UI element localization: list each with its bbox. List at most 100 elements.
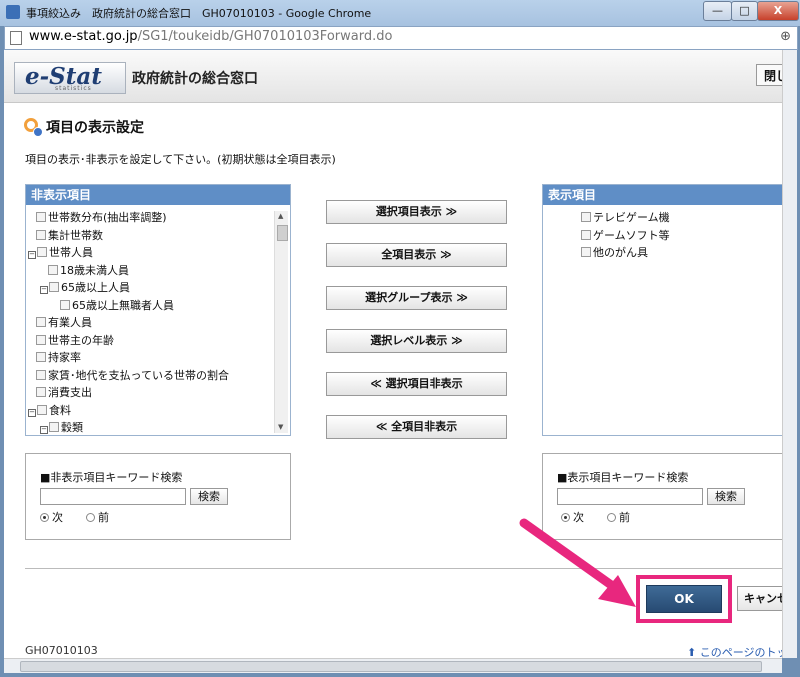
page-icon xyxy=(10,31,22,45)
checkbox-icon[interactable] xyxy=(60,299,70,310)
tree-item-label: 食料 xyxy=(49,403,71,417)
collapse-icon[interactable]: − xyxy=(28,408,36,417)
radio-icon[interactable] xyxy=(86,513,95,522)
shown-items-panel[interactable]: 表示項目 テレビゲーム機 ゲームソフト等 他のがん具 xyxy=(542,184,782,436)
ok-button[interactable]: OK xyxy=(646,585,722,613)
hide-selected-button[interactable]: ≪ 選択項目非表示 xyxy=(326,372,507,396)
window-close-button[interactable]: X xyxy=(757,1,799,21)
shown-search-input[interactable] xyxy=(557,488,703,505)
url-path: /SG1/toukeidb/GH07010103Forward.do xyxy=(137,29,393,44)
tree-item-label: 世帯数分布(抽出率調整) xyxy=(48,211,167,224)
show-all-button[interactable]: 全項目表示 ≫ xyxy=(326,243,507,267)
checkbox-icon[interactable] xyxy=(36,212,46,222)
scroll-thumb[interactable] xyxy=(277,225,288,241)
hidden-tree-item[interactable]: 有業人員 xyxy=(36,314,92,330)
site-title: 政府統計の総合窓口 xyxy=(132,71,258,87)
hidden-tree-item[interactable]: − 世帯人員 xyxy=(28,244,93,260)
radio-selected-icon[interactable] xyxy=(40,513,49,522)
page-close-button[interactable]: 閉じ xyxy=(756,64,782,86)
address-bar[interactable]: www.e-stat.go.jp/SG1/toukeidb/GH07010103… xyxy=(4,26,798,50)
checkbox-icon[interactable] xyxy=(49,422,59,432)
shown-search-title: ■表示項目キーワード検索 xyxy=(557,471,689,484)
section-title: 項目の表示設定 xyxy=(46,120,144,136)
tree-item-label: 穀類 xyxy=(61,421,83,434)
tree-item-label: 他のがん具 xyxy=(593,246,648,259)
page-horizontal-thumb[interactable] xyxy=(20,661,762,672)
checkbox-icon[interactable] xyxy=(36,369,46,380)
tree-item-label: 有業人員 xyxy=(48,316,92,329)
checkbox-icon[interactable] xyxy=(36,317,46,327)
hidden-tree-item[interactable]: − 65歳以上人員 xyxy=(40,279,130,295)
shown-tree-item[interactable]: テレビゲーム機 xyxy=(581,209,670,225)
checkbox-icon[interactable] xyxy=(48,264,58,275)
hidden-items-panel[interactable]: 非表示項目 世帯数分布(抽出率調整) 集計世帯数 − 世帯人員 18歳未満人員 − 65歳以… xyxy=(25,184,291,436)
radio-label: 前 xyxy=(98,511,109,524)
tree-item-label: 持家率 xyxy=(48,351,81,364)
tree-item-label: 家賃･地代を支払っている世帯の割合 xyxy=(48,368,229,382)
page-top-link[interactable]: ⬆ このページのトップ xyxy=(687,644,782,658)
tree-item-label: 65歳以上人員 xyxy=(61,281,130,294)
section-description: 項目の表示･非表示を設定して下さい。(初期状態は全項目表示) xyxy=(25,153,336,166)
hidden-tree-item[interactable]: 18歳未満人員 xyxy=(48,262,129,278)
show-group-button[interactable]: 選択グループ表示 ≫ xyxy=(326,286,507,310)
hidden-tree-item[interactable]: 集計世帯数 xyxy=(36,227,103,243)
checkbox-icon[interactable] xyxy=(581,212,591,222)
checkbox-icon[interactable] xyxy=(36,387,46,397)
checkbox-icon[interactable] xyxy=(37,247,47,257)
hidden-search-button[interactable]: 検索 xyxy=(190,488,228,505)
tree-item-label: ゲームソフト等 xyxy=(593,228,670,242)
hidden-tree-item[interactable]: 世帯主の年齢 xyxy=(36,332,114,348)
checkbox-icon[interactable] xyxy=(37,404,47,415)
hidden-tree-item[interactable]: 消費支出 xyxy=(36,384,92,400)
page-top-link-label: このページのトップ xyxy=(699,646,782,658)
scroll-up-icon[interactable]: ▲ xyxy=(278,212,283,220)
page-horizontal-scrollbar[interactable] xyxy=(4,658,782,673)
shown-search-button[interactable]: 検索 xyxy=(707,488,745,505)
checkbox-icon[interactable] xyxy=(36,334,46,345)
hidden-search-title: ■非表示項目キーワード検索 xyxy=(40,471,183,484)
hidden-tree-item[interactable]: 持家率 xyxy=(36,349,81,365)
checkbox-icon[interactable] xyxy=(581,247,591,257)
zoom-icon[interactable]: ⊕ xyxy=(780,29,791,44)
hidden-tree-item[interactable]: 65歳以上無職者人員 xyxy=(60,297,174,313)
shown-tree-item[interactable]: ゲームソフト等 xyxy=(581,227,670,243)
show-selected-button[interactable]: 選択項目表示 ≫ xyxy=(326,200,507,224)
window-titlebar: 事項絞込み 政府統計の総合窓口 GH07010103 - Google Chro… xyxy=(0,0,800,26)
window-title: 事項絞込み 政府統計の総合窓口 GH07010103 - Google Chro… xyxy=(26,7,372,20)
estat-logo: e-Stat statistics xyxy=(14,62,126,94)
collapse-icon[interactable]: − xyxy=(40,286,48,294)
cancel-button[interactable]: キャンセ xyxy=(737,586,782,611)
hidden-search-next-radio[interactable]: 次 xyxy=(40,509,63,525)
scroll-down-icon[interactable]: ▼ xyxy=(278,423,283,431)
hidden-tree-item[interactable]: 世帯数分布(抽出率調整) xyxy=(36,209,167,225)
checkbox-icon[interactable] xyxy=(49,282,59,292)
collapse-icon[interactable]: − xyxy=(28,251,36,259)
hidden-tree-item[interactable]: 家賃･地代を支払っている世帯の割合 xyxy=(36,367,229,383)
tree-item-label: テレビゲーム機 xyxy=(593,211,670,224)
hidden-search-input[interactable] xyxy=(40,488,186,505)
minimize-button[interactable]: — xyxy=(703,1,732,21)
site-header: e-Stat statistics 政府統計の総合窓口 閉じ xyxy=(4,50,782,103)
hidden-items-scrollbar[interactable]: ▲ ▼ xyxy=(274,211,288,433)
show-level-button[interactable]: 選択レベル表示 ≫ xyxy=(326,329,507,353)
checkbox-icon[interactable] xyxy=(581,229,591,240)
page-vertical-scrollbar[interactable] xyxy=(782,50,797,658)
url-text[interactable]: www.e-stat.go.jp/SG1/toukeidb/GH07010103… xyxy=(29,29,392,44)
logo-sub: statistics xyxy=(55,85,92,92)
collapse-icon[interactable]: − xyxy=(40,426,48,434)
tree-item-label: 65歳以上無職者人員 xyxy=(72,298,174,312)
shown-tree-item[interactable]: 他のがん具 xyxy=(581,244,648,260)
radio-label: 次 xyxy=(52,511,63,524)
hide-all-button[interactable]: ≪ 全項目非表示 xyxy=(326,415,507,439)
checkbox-icon[interactable] xyxy=(36,229,46,240)
maximize-button[interactable]: □ xyxy=(731,1,758,21)
hidden-tree-item[interactable]: − 穀類 xyxy=(40,419,83,435)
hidden-search-prev-radio[interactable]: 前 xyxy=(86,509,109,525)
tree-item-label: 18歳未満人員 xyxy=(60,263,129,277)
checkbox-icon[interactable] xyxy=(36,352,46,362)
chrome-page-icon xyxy=(6,5,20,19)
tree-item-label: 世帯主の年齢 xyxy=(48,333,114,347)
tree-item-label: 世帯人員 xyxy=(49,246,93,259)
hidden-tree-item[interactable]: − 食料 xyxy=(28,402,71,418)
annotation-arrow-icon xyxy=(519,518,636,607)
